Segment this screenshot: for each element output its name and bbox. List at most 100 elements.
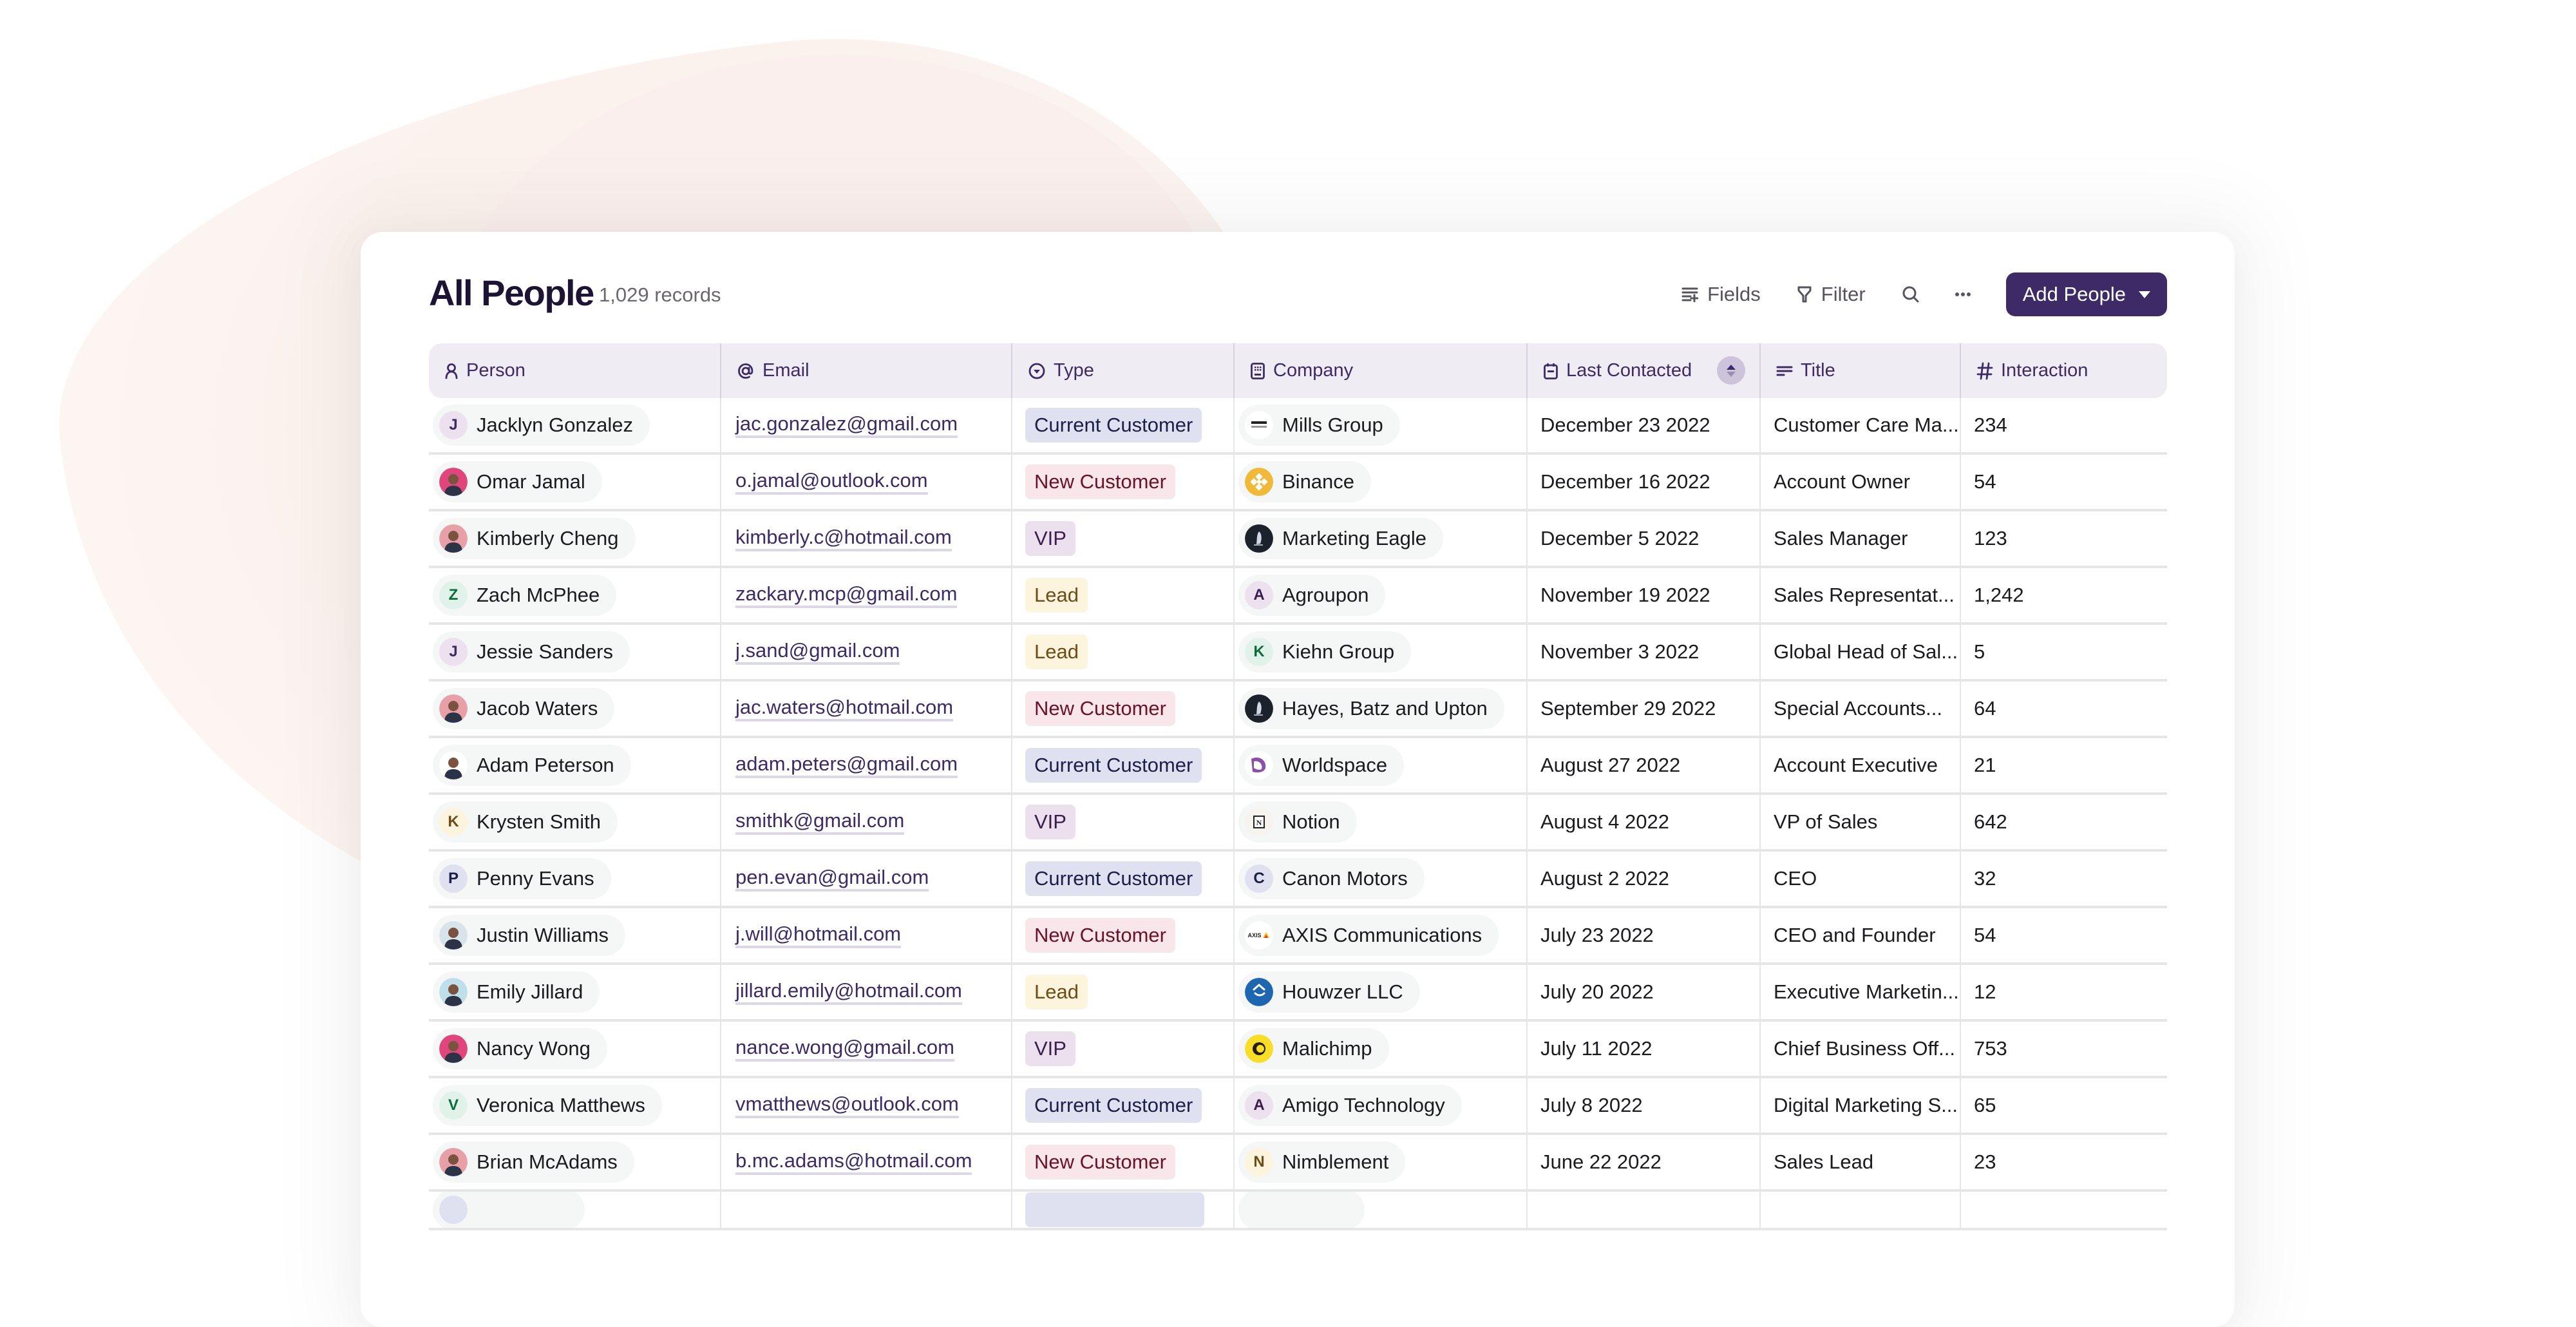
person-chip[interactable]: J Jessie Sanders <box>433 631 630 673</box>
table-row[interactable]: Justin Williams j.will@hotmail.com New Cus… <box>429 908 2167 965</box>
email-link[interactable]: smithk@gmail.com <box>735 809 905 835</box>
more-options-button[interactable] <box>1955 292 1971 297</box>
search-button[interactable] <box>1902 285 1920 303</box>
type-pill[interactable]: New Customer <box>1025 918 1175 953</box>
type-pill[interactable] <box>1025 1192 1204 1227</box>
type-pill[interactable]: VIP <box>1025 1031 1075 1066</box>
person-chip[interactable]: P Penny Evans <box>433 858 611 899</box>
company-chip[interactable]: A Agroupon <box>1238 575 1386 616</box>
table-row[interactable]: J Jessie Sanders j.sand@gmail.com Lead K Kieh… <box>429 625 2167 682</box>
company-chip[interactable]: N Notion <box>1238 801 1357 843</box>
person-chip[interactable]: V Veronica Matthews <box>433 1085 662 1126</box>
company-chip[interactable]: K Kiehn Group <box>1238 631 1412 673</box>
filter-label: Filter <box>1821 283 1866 305</box>
type-pill[interactable]: VIP <box>1025 805 1075 839</box>
table-row-partial[interactable] <box>429 1192 2167 1230</box>
company-chip[interactable]: Hayes, Batz and Upton <box>1238 688 1504 729</box>
email-link[interactable]: zackary.mcp@gmail.com <box>735 582 958 608</box>
email-link[interactable]: adam.peters@gmail.com <box>735 752 958 778</box>
column-header-interaction[interactable]: Interaction <box>1960 343 2167 398</box>
person-name: Justin Williams <box>477 924 609 946</box>
add-people-button[interactable]: Add People <box>2005 272 2167 316</box>
email-link[interactable]: jac.gonzalez@gmail.com <box>735 412 958 438</box>
table-row[interactable]: Z Zach McPhee zackary.mcp@gmail.com Lead A Ag… <box>429 568 2167 625</box>
company-chip[interactable]: N Nimblement <box>1238 1141 1406 1183</box>
type-pill[interactable]: Lead <box>1025 635 1088 669</box>
email-link[interactable]: jillard.emily@hotmail.com <box>735 979 962 1005</box>
type-pill[interactable]: Lead <box>1025 975 1088 1009</box>
type-cell: Lead <box>1011 625 1233 679</box>
email-link[interactable]: j.will@hotmail.com <box>735 922 902 948</box>
company-chip[interactable]: A Amigo Technology <box>1238 1085 1462 1126</box>
person-chip[interactable]: Brian McAdams <box>433 1141 634 1183</box>
column-header-title[interactable]: Title <box>1759 343 1960 398</box>
title-cell: Sales Representat... <box>1759 568 1960 622</box>
column-header-email[interactable]: Email <box>720 343 1011 398</box>
person-chip[interactable]: K Krysten Smith <box>433 801 618 843</box>
person-chip[interactable]: Kimberly Cheng <box>433 518 636 559</box>
table-row[interactable]: Emily Jillard jillard.emily@hotmail.com Le… <box>429 965 2167 1022</box>
person-name: Penny Evans <box>477 867 594 890</box>
interaction-cell <box>1960 1192 2167 1228</box>
type-pill[interactable]: VIP <box>1025 521 1075 556</box>
table-row[interactable]: K Krysten Smith smithk@gmail.com VIP N Notion… <box>429 795 2167 852</box>
company-chip[interactable]: Marketing Eagle <box>1238 518 1444 559</box>
type-pill[interactable]: Lead <box>1025 578 1088 613</box>
type-pill[interactable]: New Customer <box>1025 1145 1175 1179</box>
calendar-icon <box>1544 363 1558 379</box>
table-row[interactable]: Adam Peterson adam.peters@gmail.com Curren… <box>429 738 2167 795</box>
type-pill[interactable]: Current Customer <box>1025 1088 1202 1123</box>
type-cell: Current Customer <box>1011 738 1233 792</box>
table-row[interactable]: P Penny Evans pen.evan@gmail.com Current Cu… <box>429 852 2167 908</box>
table-row[interactable]: Kimberly Cheng kimberly.c@hotmail.com VIP M… <box>429 511 2167 568</box>
email-link[interactable]: j.sand@gmail.com <box>735 639 900 665</box>
table-row[interactable]: V Veronica Matthews vmatthews@outlook.com C… <box>429 1078 2167 1135</box>
filter-button[interactable]: Filter <box>1797 283 1866 306</box>
person-chip[interactable]: J Jacklyn Gonzalez <box>433 405 650 446</box>
table-row[interactable]: Nancy Wong nance.wong@gmail.com VIP Malichi… <box>429 1022 2167 1078</box>
person-chip[interactable]: Adam Peterson <box>433 745 631 786</box>
table-row[interactable]: Brian McAdams b.mc.adams@hotmail.com New C… <box>429 1135 2167 1192</box>
person-chip[interactable]: Justin Williams <box>433 915 625 956</box>
person-chip[interactable]: Emily Jillard <box>433 971 600 1013</box>
email-link[interactable]: nance.wong@gmail.com <box>735 1036 954 1062</box>
column-header-last-contacted[interactable]: Last Contacted <box>1526 343 1759 398</box>
title-cell: Customer Care Ma... <box>1759 398 1960 452</box>
company-chip[interactable]: AXIS AXIS Communications <box>1238 915 1499 956</box>
email-link[interactable]: o.jamal@outlook.com <box>735 469 928 495</box>
title-cell <box>1759 1192 1960 1228</box>
sort-toggle-button[interactable] <box>1717 356 1745 385</box>
email-link[interactable]: pen.evan@gmail.com <box>735 866 929 892</box>
table-row[interactable]: J Jacklyn Gonzalez jac.gonzalez@gmail.com C… <box>429 398 2167 455</box>
email-link[interactable]: kimberly.c@hotmail.com <box>735 526 952 551</box>
company-name: AXIS Communications <box>1282 924 1482 946</box>
person-chip[interactable]: Z Zach McPhee <box>433 575 617 616</box>
person-chip[interactable] <box>433 1192 585 1228</box>
type-pill[interactable]: New Customer <box>1025 464 1175 499</box>
column-header-type[interactable]: Type <box>1011 343 1233 398</box>
column-header-company[interactable]: Company <box>1233 343 1526 398</box>
person-chip[interactable]: Jacob Waters <box>433 688 615 729</box>
type-pill[interactable]: Current Customer <box>1025 748 1202 783</box>
type-pill[interactable]: Current Customer <box>1025 861 1202 896</box>
fields-button[interactable]: Fields <box>1681 283 1761 306</box>
type-pill[interactable]: Current Customer <box>1025 408 1202 443</box>
company-chip[interactable] <box>1238 1192 1365 1228</box>
type-pill[interactable]: New Customer <box>1025 691 1175 726</box>
email-link[interactable]: vmatthews@outlook.com <box>735 1093 959 1118</box>
company-chip[interactable]: Malichimp <box>1238 1028 1389 1069</box>
table-row[interactable]: Omar Jamal o.jamal@outlook.com New Custome… <box>429 455 2167 511</box>
company-chip[interactable]: Houwzer LLC <box>1238 971 1420 1013</box>
person-chip[interactable]: Omar Jamal <box>433 461 602 502</box>
person-chip[interactable]: Nancy Wong <box>433 1028 607 1069</box>
company-name: Malichimp <box>1282 1037 1372 1060</box>
column-header-person[interactable]: Person <box>429 343 720 398</box>
sort-down-icon <box>1727 371 1736 377</box>
email-link[interactable]: jac.waters@hotmail.com <box>735 696 954 721</box>
table-row[interactable]: Jacob Waters jac.waters@hotmail.com New Cu… <box>429 682 2167 738</box>
company-chip[interactable]: C Canon Motors <box>1238 858 1425 899</box>
email-link[interactable]: b.mc.adams@hotmail.com <box>735 1149 972 1175</box>
company-chip[interactable]: Binance <box>1238 461 1372 502</box>
company-chip[interactable]: Worldspace <box>1238 745 1405 786</box>
company-chip[interactable]: Mills Group <box>1238 405 1400 446</box>
